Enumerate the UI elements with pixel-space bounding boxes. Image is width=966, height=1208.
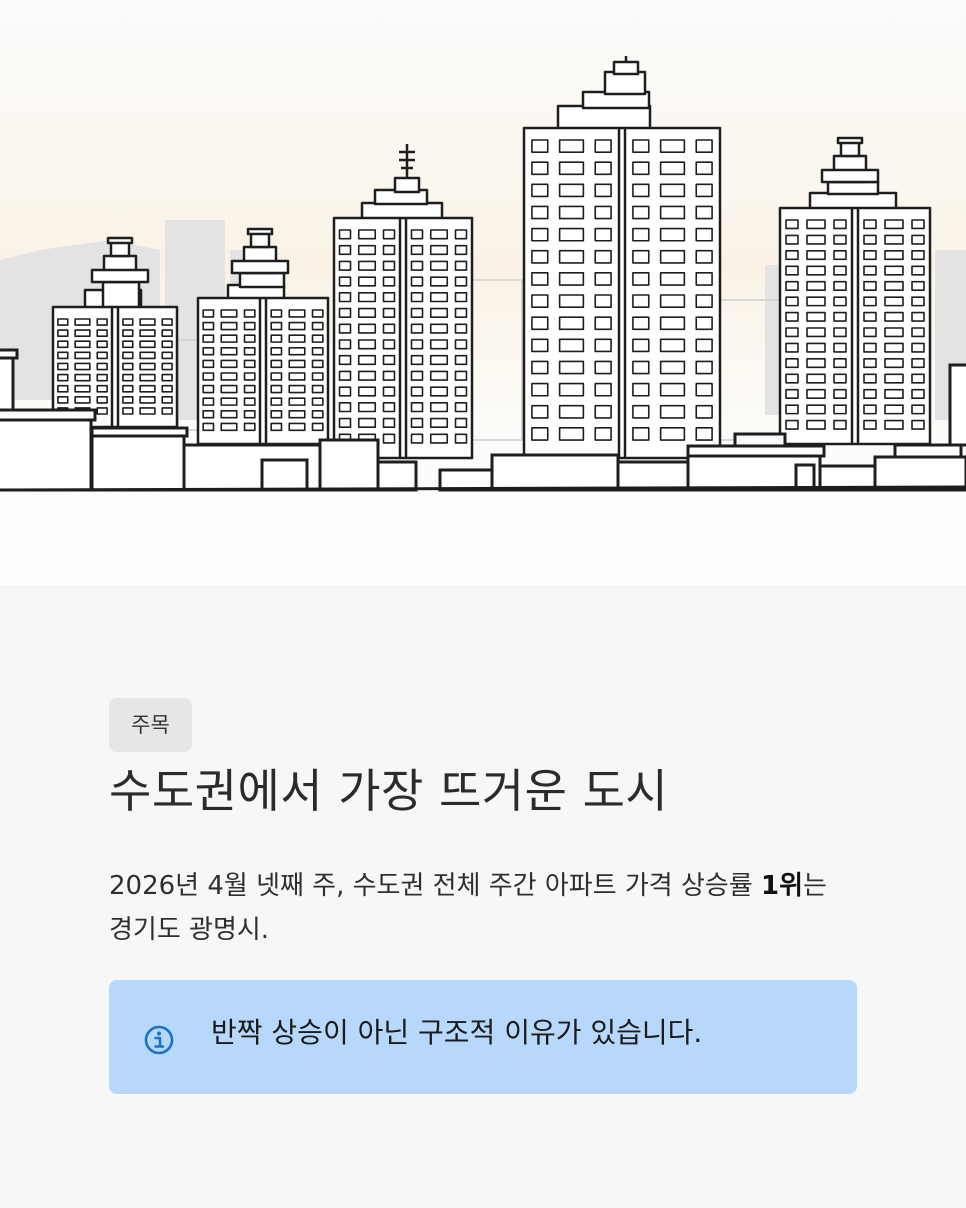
info-callout: 반짝 상승이 아닌 구조적 이유가 있습니다. [109,980,857,1094]
description-highlight: 1위 [761,871,804,901]
skyline-illustration [0,56,966,492]
article-description: 2026년 4월 넷째 주, 수도권 전체 주간 아파트 가격 상승률 1위는 … [109,864,849,952]
info-icon [144,1025,174,1055]
callout-message: 반짝 상승이 아닌 구조적 이유가 있습니다. [211,1016,703,1049]
featured-tag: 주목 [109,698,192,752]
description-text: 2026년 4월 넷째 주, 수도권 전체 주간 아파트 가격 상승률 [109,871,762,901]
page-title: 수도권에서 가장 뜨거운 도시 [109,764,669,818]
hero-illustration [0,0,966,585]
